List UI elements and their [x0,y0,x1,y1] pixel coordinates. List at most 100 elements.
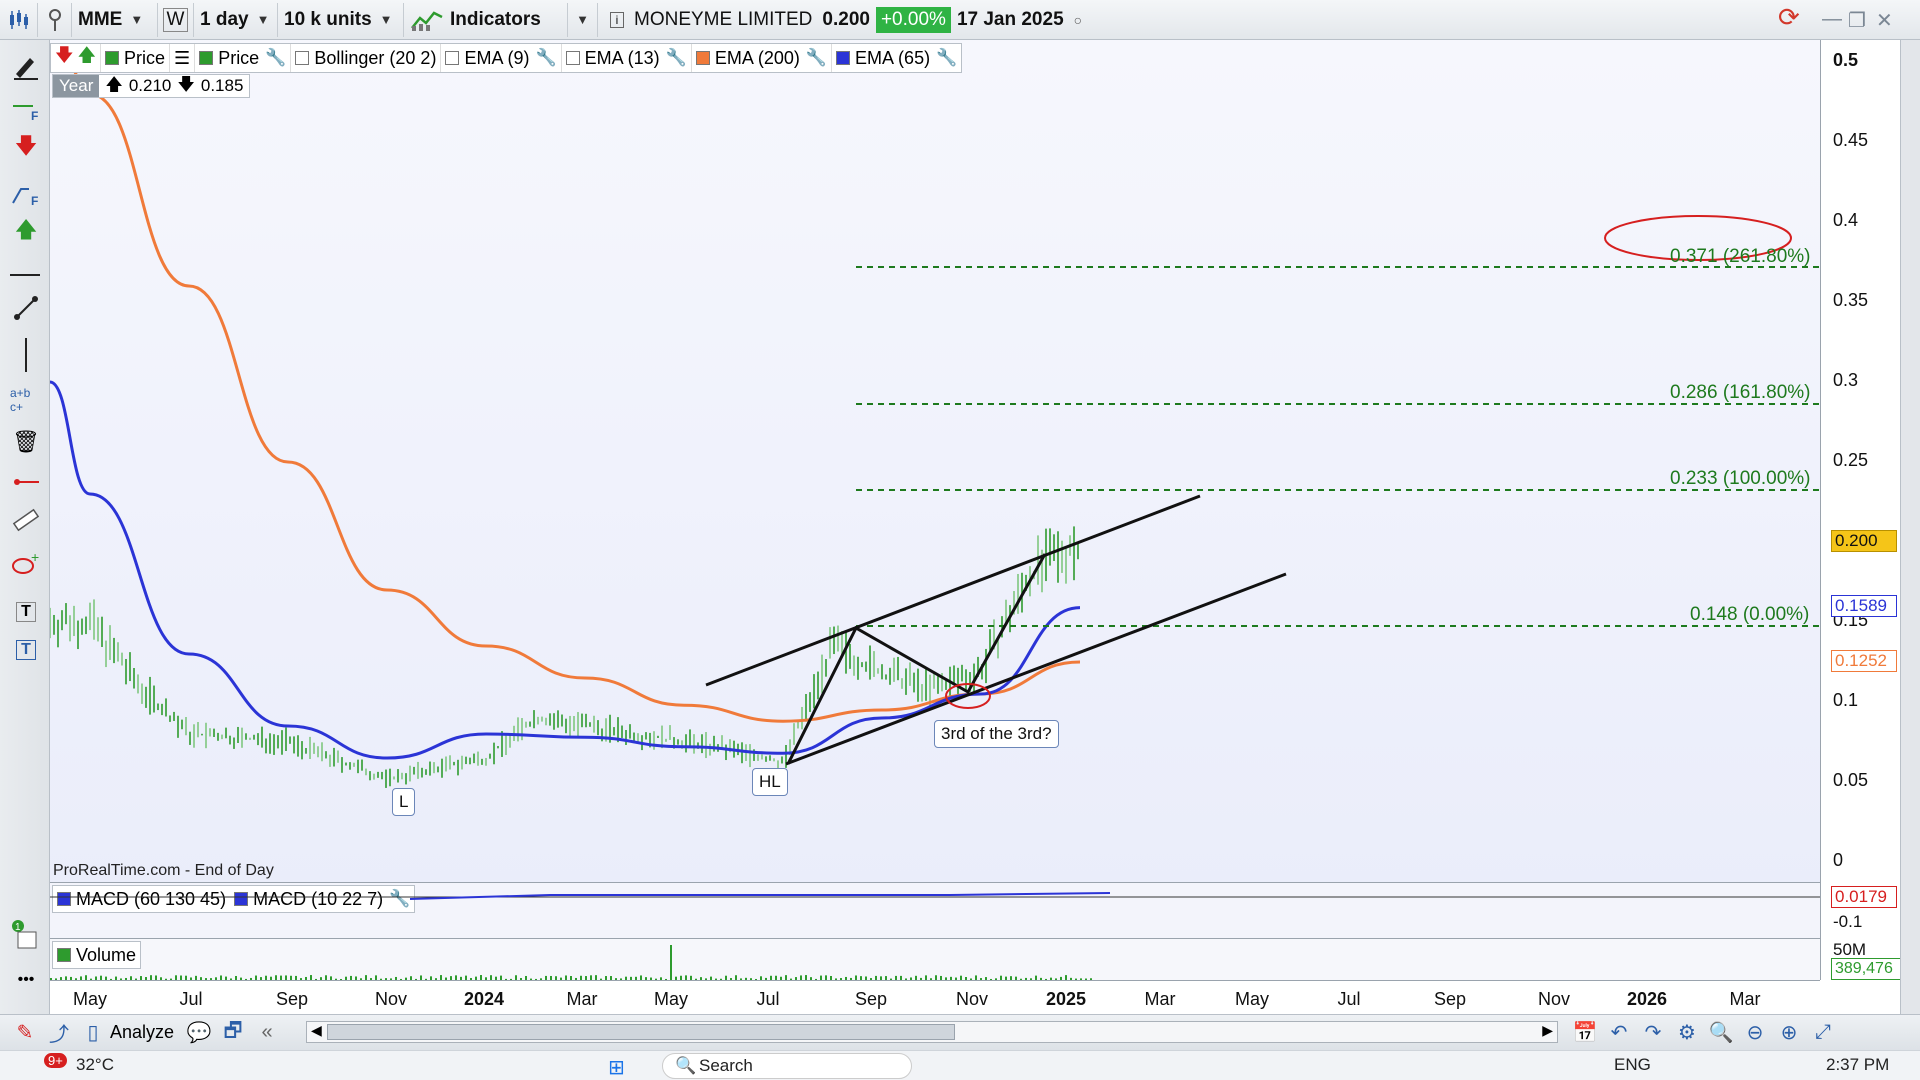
windows-start-icon[interactable]: ⊞ [608,1055,625,1080]
legend-ema9[interactable]: EMA (9) 🔧 [441,44,562,72]
instrument-name: MONEYME LIMITED [634,8,813,30]
macd-value-label: 0.0179 [1831,886,1897,908]
interval-label: 1 day [200,8,249,30]
change-badge: +0.00% [875,6,951,33]
window-icon[interactable]: 🗗 [216,1018,250,1048]
scroll-thumb[interactable] [327,1024,955,1040]
horizontal-ray-icon[interactable] [10,466,42,498]
candles-icon[interactable] [0,2,38,37]
fit-icon[interactable]: ⤢ [1806,1017,1840,1047]
macd-panel[interactable]: MACD (60 130 45) MACD (10 22 7) 🔧 [50,882,1820,938]
indicators-dropdown[interactable]: ▼ [568,2,598,37]
share-icon[interactable]: ⤴ [42,1018,76,1048]
undo-icon[interactable]: ↶ [1602,1017,1636,1047]
symbol-selector[interactable]: MME ▼ [72,2,158,37]
bottom-toolbar: ✎ ⤴ ▯ Analyze 💬 🗗 « ◀ ▶ 📅 ↶ ↷ ⚙ 🔍 ⊖ ⊕ ⤢ [0,1014,1920,1050]
text-abc-icon[interactable]: a+b c+ [10,384,42,416]
notification-badge[interactable]: 9+ [44,1053,67,1068]
zoom-out-icon[interactable]: ⊖ [1738,1017,1772,1047]
wrench-icon[interactable]: 🔧 [535,48,556,68]
more-icon[interactable]: ••• [10,964,42,996]
refresh-icon[interactable]: ⟳ [1778,2,1800,33]
volume-tick: 50M [1833,940,1867,959]
y-tick: 0.1 [1833,690,1859,710]
wrench-icon[interactable]: 🔧 [936,48,957,68]
price-axis[interactable]: 0.5 0.45 0.4 0.35 0.3 0.25 0.15 0.1 0.05… [1820,40,1901,980]
macd-line [409,892,1111,900]
legend-ema13[interactable]: EMA (13) 🔧 [562,44,692,72]
chart-settings-icon[interactable]: ⚙ [1670,1017,1704,1047]
indicators-button[interactable]: Indicators [404,2,568,37]
vertical-scrollbar[interactable] [1900,40,1920,1014]
ema13-swatch [565,51,580,65]
price-swatch [199,51,214,65]
legend-ema200-label: EMA (200) [714,47,800,68]
text-icon[interactable]: T [10,596,42,628]
maximize-icon[interactable]: ❐ [1848,8,1866,33]
x-tick: Sep [1433,989,1467,1009]
scroll-right-icon[interactable]: ▶ [1542,1022,1553,1039]
range-period[interactable]: Year [53,75,100,97]
ellipse-icon[interactable]: + [10,548,42,580]
wave-note-label[interactable]: 3rd of the 3rd? [934,720,1059,748]
list-icon[interactable]: ☰ [170,44,196,72]
fib-label-0: 0.148 (0.00%) [1690,604,1810,625]
horizontal-scrollbar[interactable]: ◀ ▶ [306,1021,1558,1043]
analyze-icon[interactable]: ▯ [76,1018,110,1048]
time-axis[interactable]: May Jul Sep Nov 2024 Mar May Jul Sep Nov… [50,980,1820,1014]
scroll-left-icon[interactable]: ◀ [311,1022,322,1039]
units-selector[interactable]: 10 k units ▼ [278,2,404,37]
info-icon[interactable]: i [610,11,624,28]
analyze-button[interactable]: Analyze [110,1022,174,1043]
legend-ema13-label: EMA (13) [584,47,660,68]
weekly-button[interactable]: W [158,2,194,37]
legend-price1[interactable]: Price [101,44,171,72]
ruler-icon[interactable] [10,504,42,536]
alert-icon[interactable]: 1 [10,920,42,952]
horizontal-line-icon[interactable]: F [10,94,42,126]
wrench-icon[interactable]: 🔧 [806,48,827,68]
wrench-icon[interactable]: 🔧 [265,48,286,68]
legend-ema65[interactable]: EMA (65) 🔧 [832,44,961,72]
low-label[interactable]: L [392,788,416,816]
vertical-line-icon[interactable] [25,338,27,372]
zoom-box-icon[interactable]: 🔍 [1704,1017,1738,1047]
price-chart[interactable]: 0.371 (261.80%) 0.286 (161.80%) 0.233 (1… [50,40,1820,980]
comment-icon[interactable]: 💬 [182,1018,216,1048]
double-chevron-left-icon[interactable]: « [250,1018,284,1048]
close-icon[interactable]: ✕ [1876,8,1893,33]
sell-arrow-icon[interactable]: 🡇 [10,132,42,164]
x-tick: 2025 [1045,989,1087,1009]
taskbar-search[interactable]: 🔍 Search [662,1053,912,1079]
legend-arrow-icons[interactable]: 🡇 🡅 [51,44,102,72]
brand-icon[interactable]: ✎ [8,1018,42,1048]
buy-arrow-icon[interactable]: 🡅 [10,216,42,248]
y-tick: 0.45 [1833,130,1869,150]
clock[interactable]: 2:37 PM [1826,1055,1889,1075]
link-icon[interactable] [38,2,72,37]
text-box-icon[interactable]: T [10,634,42,666]
redo-icon[interactable]: ↷ [1636,1017,1670,1047]
legend-bollinger[interactable]: Bollinger (20 2) [291,44,442,72]
zoom-in-icon[interactable]: ⊕ [1772,1017,1806,1047]
last-price-label: 0.200 [1831,530,1897,552]
legend-ema200[interactable]: EMA (200) 🔧 [692,44,833,72]
interval-selector[interactable]: 1 day ▼ [194,2,278,37]
bollinger-swatch [295,51,310,65]
pen-icon[interactable] [10,50,42,82]
volume-bars [50,945,1092,981]
minimize-icon[interactable]: — [1822,8,1842,31]
language-indicator[interactable]: ENG [1614,1055,1651,1075]
weather-temp[interactable]: 32°C [76,1055,114,1075]
wrench-icon[interactable]: 🔧 [666,48,687,68]
x-tick: Jul [179,989,203,1009]
trendline-icon[interactable] [10,292,42,324]
higher-low-label[interactable]: HL [752,768,788,796]
calendar-icon[interactable]: 📅 [1568,1017,1602,1047]
indicators-icon [411,10,443,31]
fib-label-161: 0.286 (161.80%) [1670,382,1811,403]
volume-panel[interactable]: Volume [50,938,1820,981]
trash-icon[interactable]: 🗑 [10,426,42,458]
fibonacci-icon[interactable]: F [10,178,42,210]
legend-price2[interactable]: Price 🔧 [195,44,292,72]
